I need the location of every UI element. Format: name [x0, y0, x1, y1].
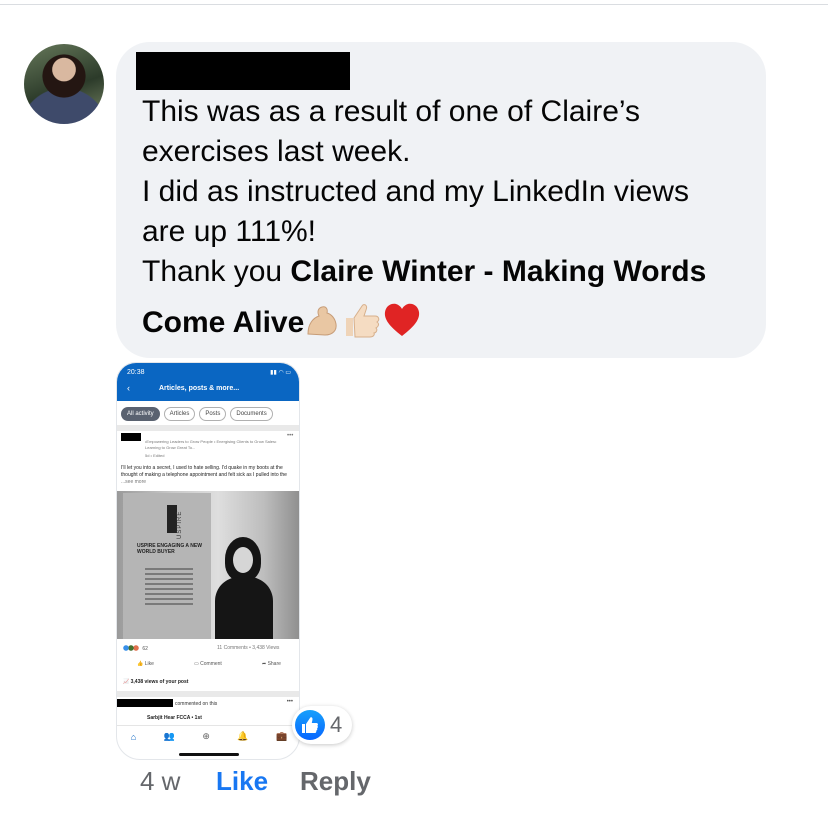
redacted-author-name	[136, 52, 350, 90]
red-heart-emoji	[383, 302, 421, 349]
screenshot-time: 20:38	[127, 369, 145, 376]
filter-chips: All activity Articles Posts Documents	[121, 407, 273, 421]
post-meta: 5d • Edited	[145, 453, 165, 458]
reaction-summary[interactable]: 4	[292, 706, 352, 744]
comment-line: This was as a result of one of Claire’s	[142, 95, 641, 128]
person-photo	[213, 537, 275, 639]
post-stats: 11 Comments • 3,438 Views	[217, 645, 280, 651]
comment-line: I did as instructed and my LinkedIn view…	[142, 175, 689, 208]
action-share-label: Share	[267, 661, 281, 667]
notifications-icon: 🔔	[237, 731, 249, 741]
action-like-label: Like	[144, 661, 154, 667]
mention-link[interactable]: Claire Winter - Making Words	[290, 255, 706, 288]
redacted-block	[121, 433, 141, 441]
screenshot-title: Articles, posts & more...	[159, 385, 240, 392]
like-icon	[295, 710, 325, 740]
reaction-count: 4	[330, 712, 343, 737]
status-icons: ▮▮ ◠ ▭	[270, 370, 291, 376]
commenter-name: Sarbjit Hear FCCA • 1st	[147, 715, 202, 721]
action-share: ➦ Share	[261, 661, 281, 667]
post-photo: USPIRE USPIRE ENGAGING A NEW WORLD BUYER	[117, 491, 299, 639]
thumbs-up-emoji	[342, 302, 382, 349]
action-comment: ▭ Comment	[194, 661, 222, 667]
back-chevron-icon: ‹	[127, 383, 130, 393]
action-comment-label: Comment	[200, 661, 222, 667]
post-body-text: I'll let you into a secret, I used to ha…	[121, 465, 287, 478]
screenshot-header: 20:38 ▮▮ ◠ ▭ ‹ Articles, posts & more...	[117, 363, 299, 401]
more-dots-icon: •••	[287, 433, 294, 439]
views-text: 3,438 views of your post	[130, 679, 189, 685]
comment-line-thanks: Thank you Claire Winter - Making Words	[142, 252, 757, 292]
screenshot-separator	[117, 425, 299, 431]
comment-line: are up 111%!	[142, 215, 317, 248]
comment-line: exercises last week.	[142, 135, 411, 168]
flexed-biceps-emoji	[305, 304, 341, 349]
reactions-count: 62	[142, 646, 148, 652]
more-dots-icon: •••	[286, 699, 293, 705]
like-button[interactable]: Like	[216, 766, 300, 797]
timestamp[interactable]: 4 w	[140, 766, 216, 797]
uspire-logo	[167, 505, 177, 533]
chip-posts: Posts	[199, 407, 227, 421]
reply-button[interactable]: Reply	[300, 766, 371, 797]
jobs-icon: 💼	[276, 731, 288, 741]
person-face	[233, 547, 253, 573]
banner-graphic	[145, 565, 193, 605]
thanks-text: Thank you	[142, 255, 291, 288]
comment-text: This was as a result of one of Claire’s …	[142, 92, 757, 349]
mention-link-continued[interactable]: Come Alive	[142, 306, 304, 339]
post-body: I'll let you into a secret, I used to ha…	[121, 465, 297, 486]
reaction-icons	[123, 645, 141, 651]
see-more: ...see more	[121, 479, 147, 485]
redacted-block	[117, 699, 173, 707]
person-torso	[215, 577, 273, 639]
chip-articles: Articles	[163, 407, 196, 421]
comment-footer: 4 w Like Reply	[140, 766, 371, 797]
top-divider	[0, 4, 828, 5]
banner-stand: USPIRE USPIRE ENGAGING A NEW WORLD BUYER	[123, 493, 211, 639]
banner-brand: USPIRE	[177, 510, 183, 539]
network-icon: 👥	[163, 731, 175, 741]
post-icon: ⊕	[202, 731, 210, 741]
home-indicator	[179, 753, 239, 756]
tab-bar: ⌂ 👥 ⊕ 🔔 💼	[117, 725, 299, 747]
screenshot-separator-2	[117, 691, 299, 697]
commented-text: commented on this	[175, 701, 218, 707]
avatar[interactable]	[24, 44, 104, 124]
chip-all-activity: All activity	[121, 407, 160, 421]
banner-text: USPIRE ENGAGING A NEW WORLD BUYER	[137, 543, 202, 555]
post-actions: 👍 Like ▭ Comment ➦ Share	[117, 661, 299, 667]
chip-documents: Documents	[230, 407, 273, 421]
post-reactions: 62	[123, 645, 148, 652]
action-like: 👍 Like	[137, 661, 154, 667]
home-icon: ⌂	[130, 731, 137, 742]
post-subtitle: •Empowering Leaders to Grow People • Ene…	[145, 439, 277, 450]
comment-line-last: Come Alive	[142, 302, 757, 349]
attached-screenshot[interactable]: 20:38 ▮▮ ◠ ▭ ‹ Articles, posts & more...…	[116, 362, 300, 760]
views-count: 📈 3,438 views of your post	[123, 679, 189, 685]
